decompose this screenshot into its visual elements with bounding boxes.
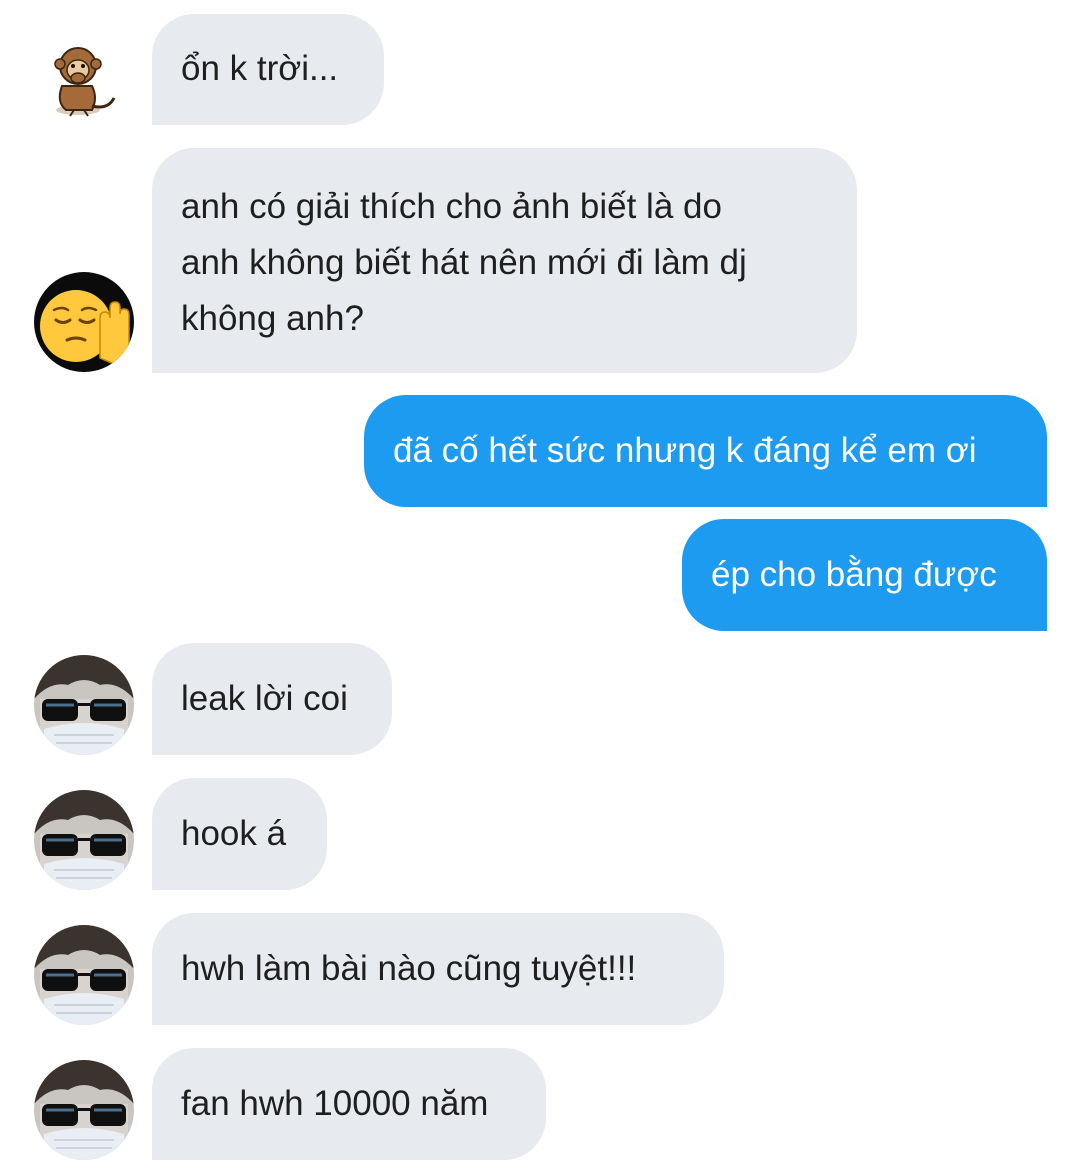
message-text: hook á [181, 814, 287, 853]
message-bubble[interactable]: hwh làm bài nào cũng tuyệt!!! [152, 913, 724, 1025]
sunglasses-mask-avatar [34, 925, 134, 1025]
pensive-hand-emoji-icon [34, 272, 134, 372]
message-text: leak lời coi [181, 679, 348, 718]
message-bubble[interactable]: anh có giải thích cho ảnh biết là do anh… [152, 148, 857, 373]
message-text: ổn k trời... [181, 49, 339, 88]
message-text: đã cố hết sức nhưng k đáng kể em ơi [393, 431, 977, 470]
message-bubble[interactable]: ổn k trời... [152, 14, 384, 125]
message-text: fan hwh 10000 năm [181, 1084, 489, 1123]
sunglasses-mask-avatar [34, 790, 134, 890]
sunglasses-mask-avatar [34, 1060, 134, 1160]
message-text: ép cho bằng được [711, 555, 997, 594]
message-bubble-outgoing[interactable]: ép cho bằng được [682, 519, 1047, 631]
message-bubble[interactable]: leak lời coi [152, 643, 392, 755]
monkey-sticker-icon [48, 36, 120, 118]
message-bubble-outgoing[interactable]: đã cố hết sức nhưng k đáng kể em ơi [364, 395, 1047, 507]
message-text: hwh làm bài nào cũng tuyệt!!! [181, 949, 637, 988]
chat-thread: ổn k trời... anh có giải thích cho ảnh b… [0, 0, 1080, 1171]
message-bubble[interactable]: hook á [152, 778, 327, 890]
message-text-line: không anh? [181, 299, 364, 338]
message-text-line: anh không biết hát nên mới đi làm dj [181, 243, 747, 282]
message-bubble[interactable]: fan hwh 10000 năm [152, 1048, 546, 1160]
message-text-line: anh có giải thích cho ảnh biết là do [181, 187, 722, 226]
sunglasses-mask-avatar [34, 655, 134, 755]
